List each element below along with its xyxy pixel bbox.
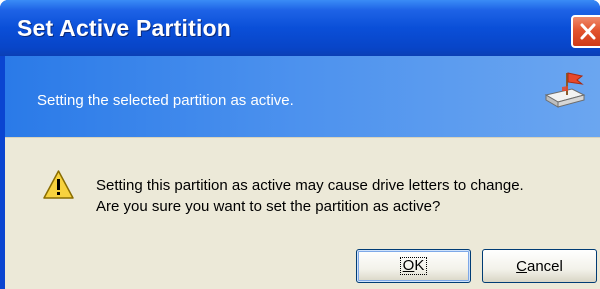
ok-button-label: OK — [399, 257, 428, 275]
message-line-1: Setting this partition as active may cau… — [96, 177, 524, 194]
dialog-body: Setting the selected partition as active… — [5, 56, 600, 289]
close-button[interactable] — [571, 15, 600, 48]
partition-manager-icon — [544, 72, 586, 108]
header-band: Setting the selected partition as active… — [5, 56, 600, 138]
cancel-button[interactable]: Cancel — [482, 249, 597, 283]
warning-icon — [43, 170, 74, 199]
window-title: Set Active Partition — [17, 15, 232, 41]
confirmation-message: Setting this partition as active may cau… — [96, 175, 524, 217]
cancel-button-label: Cancel — [516, 257, 563, 275]
ok-button[interactable]: OK — [356, 249, 471, 283]
title-bar[interactable]: Set Active Partition — [0, 0, 600, 56]
message-line-2: Are you sure you want to set the partiti… — [96, 198, 441, 215]
dialog-window: Set Active Partition Setting the selecte… — [0, 0, 600, 289]
close-icon — [580, 23, 596, 40]
header-description: Setting the selected partition as active… — [37, 92, 294, 109]
